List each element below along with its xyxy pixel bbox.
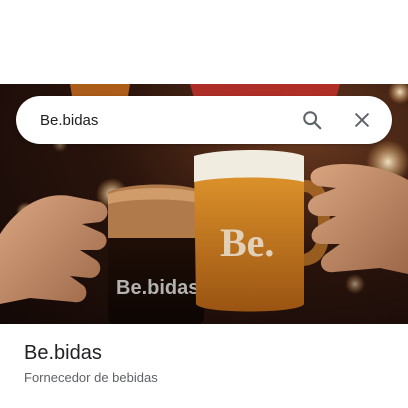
place-category: Fornecedor de bebidas [24,370,158,385]
map-background [0,0,408,84]
left-mug-logo: Be.bidas [116,277,199,299]
place-title: Be.bidas [24,342,102,364]
search-bar[interactable]: Be.bidas [16,96,392,144]
search-input[interactable]: Be.bidas [40,112,276,129]
right-mug-logo: Be. [220,220,274,265]
search-icon[interactable] [298,106,326,134]
place-info: Be.bidas Fornecedor de bebidas [24,340,394,388]
close-icon[interactable] [348,106,376,134]
